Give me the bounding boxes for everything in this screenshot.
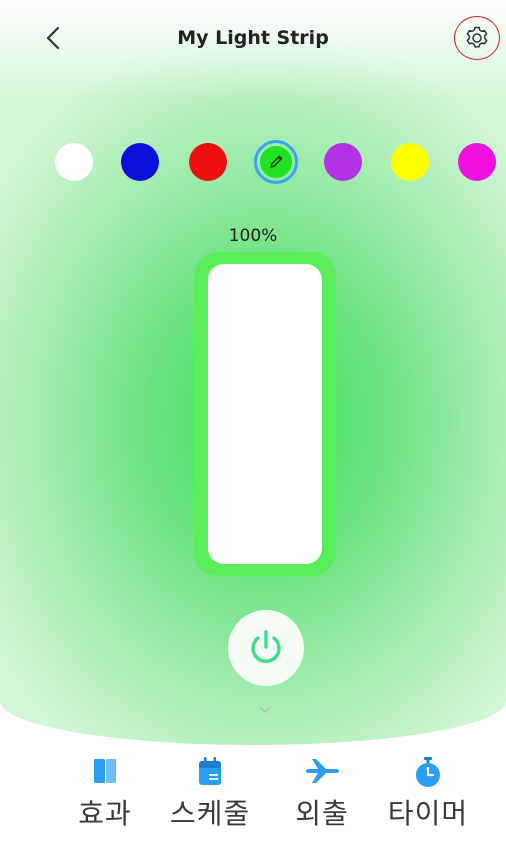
gear-icon <box>466 26 488 48</box>
calendar-icon <box>192 756 228 792</box>
expand-handle[interactable] <box>257 702 273 716</box>
nav-item-effects[interactable]: 효과 <box>45 748 165 838</box>
nav-item-timer[interactable]: 타이머 <box>368 748 488 838</box>
power-icon <box>251 630 281 663</box>
airplane-icon <box>302 756 342 790</box>
brightness-slider-fill <box>208 264 322 564</box>
nav-item-schedule[interactable]: 스케줄 <box>150 748 270 838</box>
page-title: My Light Strip <box>177 27 329 49</box>
power-button[interactable] <box>228 610 304 686</box>
nav-label-effects: 효과 <box>78 797 132 830</box>
header: My Light Strip <box>0 0 506 70</box>
brightness-percent: 100% <box>228 226 278 246</box>
chevron-down-icon <box>260 707 270 713</box>
nav-item-away[interactable]: 외출 <box>262 748 382 838</box>
color-swatch-row <box>0 140 506 184</box>
nav-label-schedule: 스케줄 <box>169 797 251 830</box>
color-swatch-green-selected[interactable] <box>254 140 298 184</box>
brightness-slider[interactable] <box>194 252 336 576</box>
color-swatch-white[interactable] <box>55 143 93 181</box>
color-swatch-magenta[interactable] <box>458 143 496 181</box>
timer-icon <box>410 756 446 794</box>
color-swatch-blue[interactable] <box>121 143 159 181</box>
color-swatch-yellow[interactable] <box>391 143 429 181</box>
settings-button[interactable] <box>454 16 500 60</box>
color-swatch-red[interactable] <box>189 143 227 181</box>
pencil-icon <box>270 155 283 168</box>
nav-label-timer: 타이머 <box>387 797 469 830</box>
nav-label-away: 외출 <box>295 797 349 830</box>
selected-color-fill <box>260 146 292 178</box>
effects-icon <box>87 756 123 790</box>
color-swatch-purple[interactable] <box>324 143 362 181</box>
